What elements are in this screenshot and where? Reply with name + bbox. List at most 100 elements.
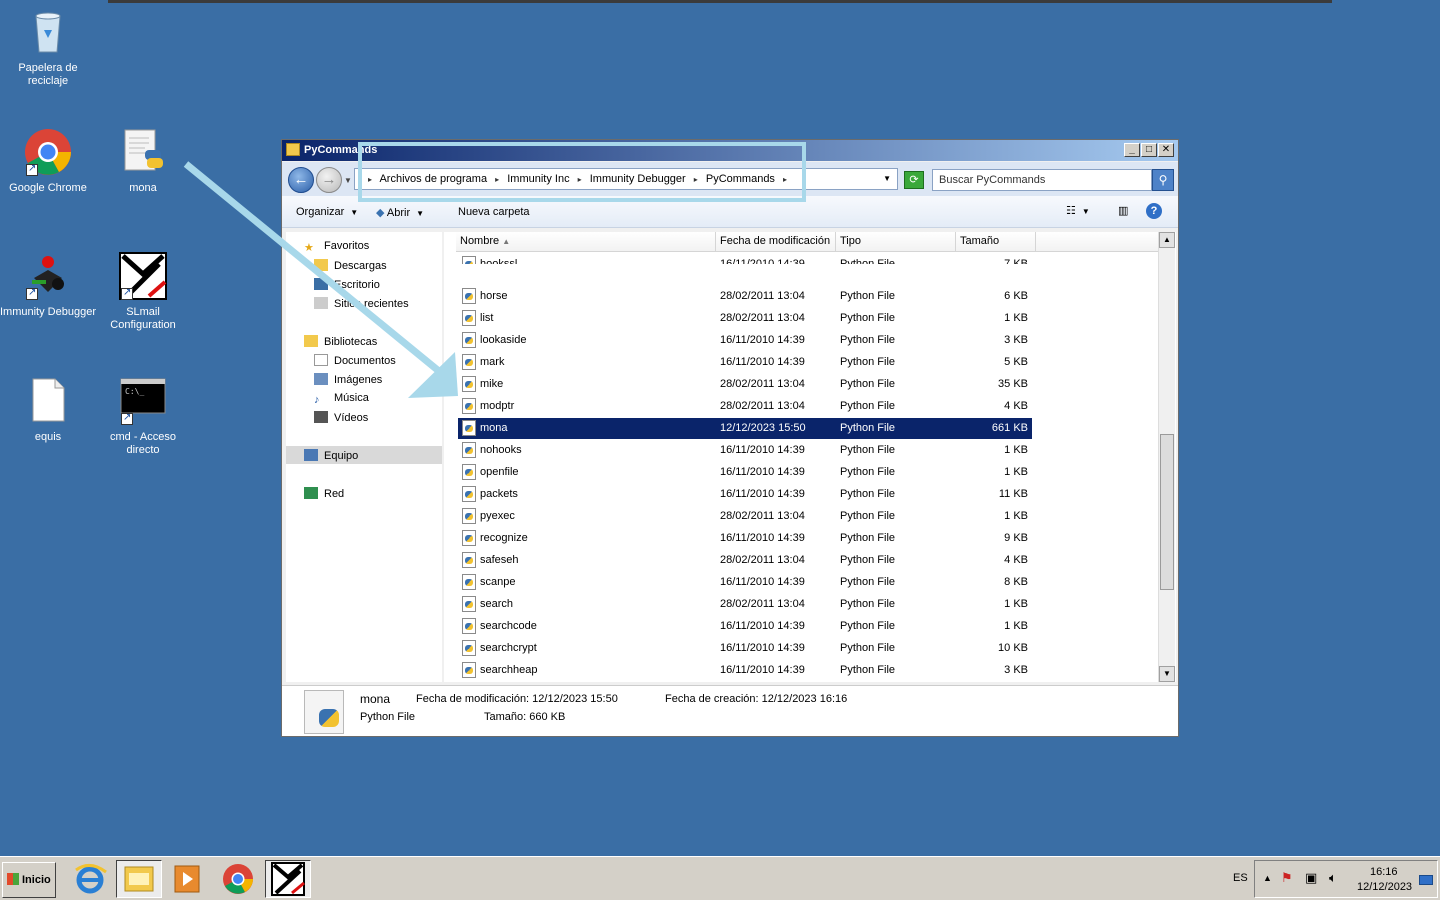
table-row[interactable]: searchcrypt 16/11/2010 14:39 Python File 10… xyxy=(458,638,1032,659)
table-row[interactable]: pyexec 28/02/2011 13:04 Python File 1 KB xyxy=(458,506,1032,527)
chevron-down-icon[interactable]: ▼ xyxy=(883,174,891,183)
python-file-icon xyxy=(462,574,476,590)
explorer-window[interactable]: PyCommands _ □ ✕ ← → ▼ ▸ Archivos de pro… xyxy=(281,139,1179,737)
desktop-icon-slmail[interactable]: SLmail Configuration xyxy=(95,252,191,332)
cell-modified: 28/02/2011 13:04 xyxy=(720,378,805,390)
tray-expand-icon[interactable]: ▲ xyxy=(1263,873,1272,883)
desktop-icon-immunity-debugger[interactable]: Immunity Debugger xyxy=(0,252,96,319)
show-desktop-icon[interactable] xyxy=(1419,875,1433,885)
desktop-icon-equis[interactable]: equis xyxy=(0,377,96,444)
nav-item-documents[interactable]: Documentos xyxy=(314,354,396,367)
cell-size: 9 KB xyxy=(1004,532,1028,544)
cell-type: Python File xyxy=(840,378,896,390)
table-row[interactable]: modptr 28/02/2011 13:04 Python File 4 KB xyxy=(458,396,1032,417)
top-edge-strip xyxy=(108,0,1332,3)
start-button[interactable]: Inicio xyxy=(2,862,56,898)
taskbar-chrome[interactable] xyxy=(215,860,261,898)
desktop-icon-cmd[interactable]: C:\_ cmd - Acceso directo xyxy=(95,377,191,457)
desktop-icon-label: equis xyxy=(34,431,62,443)
cell-name: safeseh xyxy=(480,554,519,566)
action-center-icon[interactable]: ⚑ xyxy=(1281,870,1293,886)
table-row[interactable]: lookaside 16/11/2010 14:39 Python File 3 KB xyxy=(458,330,1032,351)
cell-type: Python File xyxy=(840,488,896,500)
nav-item-favorites[interactable]: ★ Favoritos xyxy=(304,240,369,254)
table-row[interactable]: packets 16/11/2010 14:39 Python File 11 KB xyxy=(458,484,1032,505)
minimize-button[interactable]: _ xyxy=(1124,143,1140,157)
close-button[interactable]: ✕ xyxy=(1158,143,1174,157)
svg-text:C:\_: C:\_ xyxy=(125,387,144,396)
nav-item-videos[interactable]: Vídeos xyxy=(314,411,368,424)
desktop-icon-label: Immunity Debugger xyxy=(0,306,96,318)
preview-pane-icon[interactable]: ▥ xyxy=(1118,204,1128,217)
taskbar-explorer[interactable] xyxy=(116,860,162,898)
table-row[interactable]: recognize 16/11/2010 14:39 Python File 9 KB xyxy=(458,528,1032,549)
cell-modified: 28/02/2011 13:04 xyxy=(720,510,805,522)
table-row[interactable]: searchheap 16/11/2010 14:39 Python File 3 K… xyxy=(458,660,1032,681)
open-button[interactable]: ◆ Abrir ▼ xyxy=(376,206,424,219)
search-input[interactable]: Buscar PyCommands xyxy=(932,169,1152,191)
column-modified[interactable]: Fecha de modificación xyxy=(716,232,836,252)
refresh-button[interactable]: ⟳ xyxy=(904,171,924,189)
table-row[interactable]: scanpe 16/11/2010 14:39 Python File 8 KB xyxy=(458,572,1032,593)
details-created: Fecha de creación: 12/12/2023 16:16 xyxy=(665,693,848,705)
nav-item-images[interactable]: Imágenes xyxy=(314,373,382,386)
recycle-bin-icon xyxy=(24,8,72,56)
desktop-icon-label: SLmail Configuration xyxy=(110,306,176,331)
table-row[interactable]: nohooks 16/11/2010 14:39 Python File 1 KB xyxy=(458,440,1032,461)
file-list[interactable]: Nombre ▲ Fecha de modificación Tipo Tama… xyxy=(444,232,1176,682)
cell-name: searchheap xyxy=(480,664,538,676)
maximize-button[interactable]: □ xyxy=(1141,143,1157,157)
organize-button[interactable]: Organizar ▼ xyxy=(296,206,358,218)
table-row[interactable]: mike 28/02/2011 13:04 Python File 35 KB xyxy=(458,374,1032,395)
column-name[interactable]: Nombre ▲ xyxy=(456,232,716,252)
desktop-icon-recycle-bin[interactable]: Papelera de reciclaje xyxy=(0,8,96,88)
nav-item-libraries[interactable]: Bibliotecas xyxy=(304,335,377,348)
column-type[interactable]: Tipo xyxy=(836,232,956,252)
desktop-icon-mona[interactable]: mona xyxy=(95,128,191,195)
nav-item-music[interactable]: ♪ Música xyxy=(314,392,369,406)
table-row[interactable]: horse 28/02/2011 13:04 Python File 6 KB xyxy=(458,286,1032,307)
help-icon[interactable]: ? xyxy=(1146,203,1162,219)
cell-modified: 16/11/2010 14:39 xyxy=(720,258,805,264)
nav-item-downloads[interactable]: Descargas xyxy=(314,259,387,272)
details-pane: mona Python File Fecha de modificación: … xyxy=(282,685,1178,736)
table-row[interactable]: hookssl 16/11/2010 14:39 Python File 7 KB xyxy=(458,254,1032,264)
vertical-scrollbar[interactable]: ▲ ▼ xyxy=(1158,232,1175,682)
cell-size: 1 KB xyxy=(1004,510,1028,522)
cell-type: Python File xyxy=(840,554,896,566)
new-folder-button[interactable]: Nueva carpeta xyxy=(458,206,530,218)
cell-size: 6 KB xyxy=(1004,290,1028,302)
nav-item-recent[interactable]: Sitios recientes xyxy=(314,297,409,310)
table-row[interactable]: search 28/02/2011 13:04 Python File 1 KB xyxy=(458,594,1032,615)
table-row[interactable]: mona 12/12/2023 15:50 Python File 661 KB xyxy=(458,418,1032,439)
table-row[interactable]: safeseh 28/02/2011 13:04 Python File 4 KB xyxy=(458,550,1032,571)
table-row[interactable]: openfile 16/11/2010 14:39 Python File 1 KB xyxy=(458,462,1032,483)
clock-date[interactable]: 12/12/2023 xyxy=(1357,881,1412,893)
table-row[interactable]: mark 16/11/2010 14:39 Python File 5 KB xyxy=(458,352,1032,373)
scroll-thumb[interactable] xyxy=(1160,434,1174,590)
back-button[interactable]: ← xyxy=(288,167,314,193)
language-indicator[interactable]: ES xyxy=(1233,872,1248,884)
table-row[interactable]: list 28/02/2011 13:04 Python File 1 KB xyxy=(458,308,1032,329)
view-options-icon[interactable]: ☷ ▼ xyxy=(1066,204,1090,217)
cell-modified: 28/02/2011 13:04 xyxy=(720,400,805,412)
search-icon[interactable]: ⚲ xyxy=(1152,169,1174,191)
nav-item-network[interactable]: Red xyxy=(304,487,344,500)
scroll-down-icon[interactable]: ▼ xyxy=(1159,666,1175,682)
table-row[interactable]: searchcode 16/11/2010 14:39 Python File 1 K… xyxy=(458,616,1032,637)
column-size[interactable]: Tamaño xyxy=(956,232,1036,252)
documents-icon xyxy=(314,354,328,366)
scroll-up-icon[interactable]: ▲ xyxy=(1159,232,1175,248)
clock-time[interactable]: 16:16 xyxy=(1370,866,1398,878)
network-tray-icon[interactable]: ▣ xyxy=(1305,870,1317,886)
network-icon xyxy=(304,487,318,499)
desktop-icon-chrome[interactable]: Google Chrome xyxy=(0,128,96,195)
nav-item-computer[interactable]: Equipo xyxy=(304,449,358,462)
taskbar-media-player[interactable] xyxy=(165,860,211,898)
forward-button[interactable]: → xyxy=(316,167,342,193)
history-dropdown-icon[interactable]: ▼ xyxy=(344,176,352,185)
taskbar-internet-explorer[interactable] xyxy=(68,860,114,898)
taskbar-slmail[interactable] xyxy=(265,860,311,898)
nav-item-desktop[interactable]: Escritorio xyxy=(314,278,380,291)
volume-icon[interactable]: 🔈︎ xyxy=(1329,870,1337,886)
